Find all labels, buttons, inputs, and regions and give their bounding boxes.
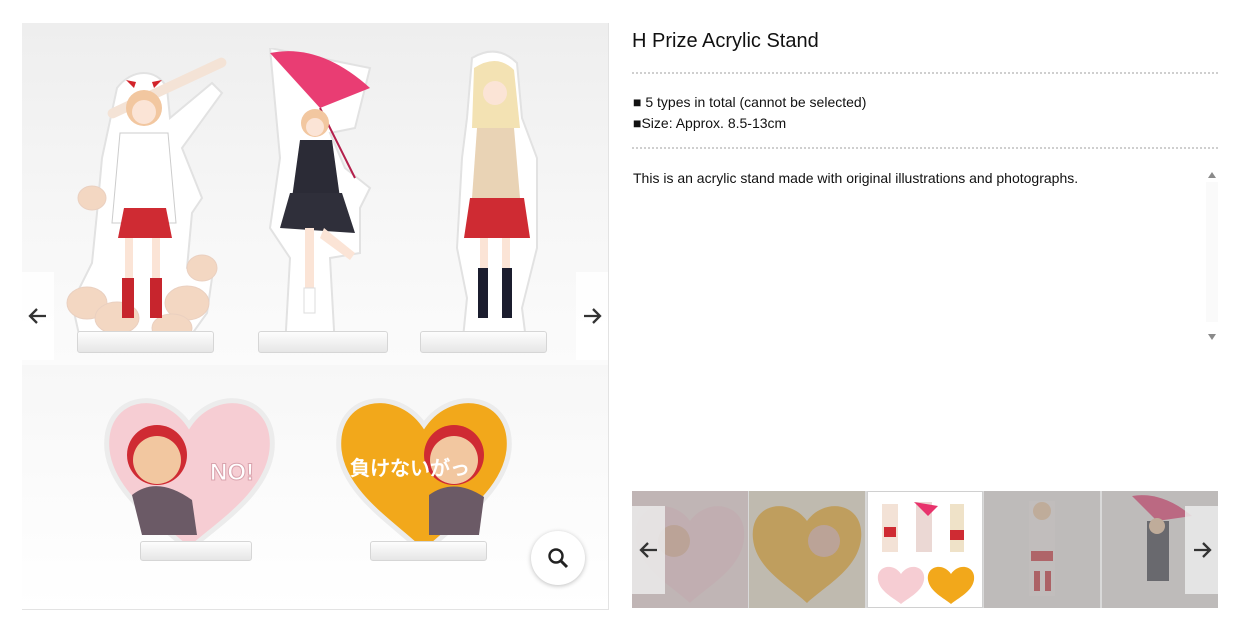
stand-base	[258, 331, 388, 353]
arrow-right-icon	[584, 308, 602, 324]
spec-size: ■Size: Approx. 8.5-13cm	[633, 115, 787, 131]
product-title: H Prize Acrylic Stand	[632, 30, 819, 52]
zoom-button[interactable]	[531, 531, 585, 585]
divider	[632, 147, 1218, 149]
arrow-left-icon	[638, 542, 657, 558]
stand-base	[370, 541, 487, 561]
spec-types: ■ 5 types in total (cannot be selected)	[633, 94, 867, 110]
thumbnail-overlay	[984, 491, 1100, 608]
main-product-image[interactable]: NO! 負けないがっ	[22, 23, 609, 610]
scrollbar-track[interactable]	[1206, 182, 1218, 322]
arrow-left-icon	[28, 308, 46, 324]
stand-base	[77, 331, 214, 353]
thumbnail-3-selected[interactable]	[867, 491, 983, 608]
thumbnail-prev-button[interactable]	[632, 506, 665, 594]
heart-text-no: NO!	[210, 459, 254, 486]
gallery-next-button[interactable]	[576, 272, 608, 360]
arrow-right-icon	[1193, 542, 1212, 558]
scroll-down-icon[interactable]	[1208, 334, 1216, 340]
description-box[interactable]: This is an acrylic stand made with origi…	[632, 164, 1218, 342]
scroll-up-icon[interactable]	[1208, 172, 1216, 178]
gallery-prev-button[interactable]	[22, 272, 54, 360]
thumbnail-strip	[632, 491, 1218, 608]
umbrella-girl-stand	[268, 48, 372, 349]
thumbnail-overlay	[749, 491, 865, 608]
thumbnail-all-stands	[877, 502, 975, 604]
stand-base	[420, 331, 547, 353]
magnifier-icon	[548, 548, 569, 569]
thumbnail-next-button[interactable]	[1185, 506, 1218, 594]
cardigan-girl-stand	[66, 57, 227, 349]
thumbnail-4[interactable]	[984, 491, 1100, 608]
thumbnail-2[interactable]	[749, 491, 865, 608]
stand-base	[140, 541, 252, 561]
schoolgirl-stand	[455, 50, 538, 349]
description-text: This is an acrylic stand made with origi…	[633, 170, 1079, 186]
divider	[632, 72, 1218, 74]
heart-text-orange: 負けないがっ	[350, 456, 470, 480]
